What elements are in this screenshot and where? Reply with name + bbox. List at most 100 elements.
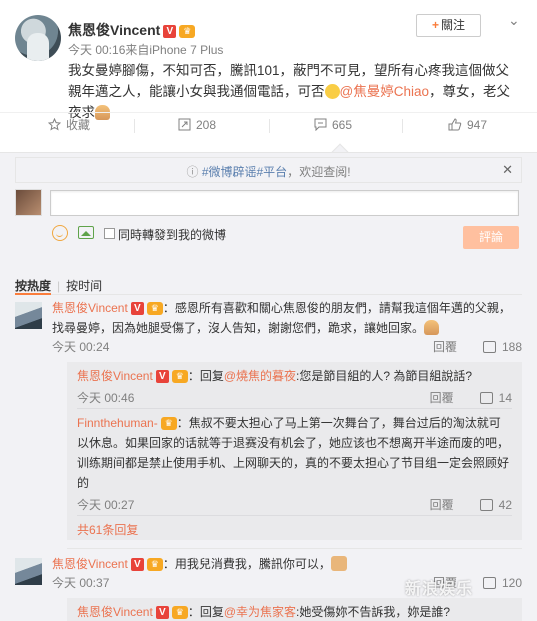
tab-sort-hot[interactable]: 按热度 bbox=[15, 279, 51, 293]
reply-item: Finnthehuman- ♛ ：焦叔不要太担心了马上第一次舞台了，舞台过后的淘汰就… bbox=[67, 409, 522, 515]
comment-text: 焦恩俊Vincent V ♛ ：感恩所有喜歡和關心焦恩俊的朋友們，請幫我這個年邁的父親… bbox=[52, 298, 517, 338]
reply-footer: 今天 00:27 回覆 42 bbox=[77, 493, 512, 515]
divider bbox=[269, 119, 270, 133]
like-count: 947 bbox=[467, 118, 488, 132]
reply-mention-link[interactable]: @燒焦的暮夜 bbox=[224, 369, 296, 383]
more-replies-link[interactable]: 共61条回复 bbox=[77, 523, 138, 537]
commenter-avatar[interactable] bbox=[15, 302, 42, 329]
reply-thread: 焦恩俊Vincent V ♛ ：回复@燒焦的暮夜:您是節目組的人? 為節目組說話? 今… bbox=[67, 362, 522, 540]
comment-button[interactable]: 665 bbox=[314, 117, 352, 133]
comment-time: 今天 00:37 bbox=[52, 576, 110, 590]
comment-sort-tabs: 按热度 | 按时间 bbox=[15, 277, 102, 294]
post-action-bar: 收藏 208 665 947 bbox=[0, 112, 537, 135]
like-button[interactable]: 947 bbox=[448, 117, 487, 133]
comment-actions: 回覆 188 bbox=[433, 338, 522, 355]
repost-button[interactable]: 208 bbox=[178, 117, 216, 133]
reply-author[interactable]: 焦恩俊Vincent bbox=[77, 369, 153, 383]
favorite-button[interactable]: 收藏 bbox=[48, 117, 90, 133]
comment-like-button[interactable]: 120 bbox=[482, 576, 522, 590]
follow-button[interactable]: + 關注 bbox=[416, 14, 481, 37]
comment-input[interactable] bbox=[50, 190, 519, 216]
repost-checkbox-label: 同時轉發到我的微博 bbox=[118, 228, 227, 242]
reply-author[interactable]: Finnthehuman- bbox=[77, 416, 158, 430]
close-icon[interactable]: ✕ bbox=[502, 162, 513, 178]
comment-like-button[interactable]: 188 bbox=[482, 340, 522, 354]
comment-content: ：用我兒消費我，騰訊你可以， bbox=[162, 557, 331, 571]
current-user-avatar bbox=[15, 189, 42, 216]
follow-label: 關注 bbox=[441, 18, 466, 32]
thumbs-up-emoji-icon bbox=[330, 556, 347, 571]
reply-item: 焦恩俊Vincent V ♛ ：回复@幸为焦家客:她受傷妳不告訴我，妳是誰? bbox=[67, 598, 522, 621]
crying-emoji-icon bbox=[324, 84, 340, 99]
reply-prefix: ：回复 bbox=[187, 369, 224, 383]
vip-crown-icon: ♛ bbox=[171, 370, 188, 383]
thumbs-up-icon bbox=[482, 577, 496, 589]
verified-badge-icon: V bbox=[130, 302, 144, 315]
comment-like-count: 188 bbox=[501, 340, 522, 354]
reply-like-count: 42 bbox=[498, 498, 512, 512]
chevron-down-icon[interactable]: ⌄ bbox=[508, 12, 520, 29]
reply-like-count: 14 bbox=[498, 391, 512, 405]
verified-badge-icon: V bbox=[130, 558, 144, 571]
post-mention-link[interactable]: @焦曼婷Chiao bbox=[340, 84, 429, 99]
thumbs-up-icon bbox=[482, 341, 496, 353]
weibo-post: 焦恩俊Vincent V ♛ + 關注 ⌄ 今天 00:16来自iPhone 7 Pl… bbox=[0, 0, 537, 120]
pray-emoji-icon bbox=[424, 320, 440, 335]
reply-author[interactable]: 焦恩俊Vincent bbox=[77, 605, 153, 619]
plus-icon: + bbox=[431, 18, 439, 32]
post-meta: 今天 00:16来自iPhone 7 Plus bbox=[68, 43, 224, 57]
repost-count: 208 bbox=[196, 118, 217, 132]
notice-text: ⓘ #微博辟谣#平台，欢迎查阅! bbox=[186, 165, 351, 179]
vip-crown-icon: ♛ bbox=[146, 302, 163, 315]
divider bbox=[402, 119, 403, 133]
favorite-label: 收藏 bbox=[66, 118, 91, 132]
reply-footer: 今天 00:46 回覆 14 bbox=[77, 386, 512, 408]
submit-comment-button[interactable]: 評論 bbox=[463, 226, 519, 249]
vip-crown-icon: ♛ bbox=[146, 558, 163, 571]
verified-badge-icon: V bbox=[155, 606, 169, 619]
notice-tag-link[interactable]: #微博辟谣#平台 bbox=[202, 165, 287, 179]
reply-time: 今天 00:46 bbox=[77, 391, 135, 405]
sina-watermark: 新浪娱乐 bbox=[405, 581, 474, 598]
reply-thread: 焦恩俊Vincent V ♛ ：回复@幸为焦家客:她受傷妳不告訴我，妳是誰? bbox=[67, 598, 522, 621]
commenter-name[interactable]: 焦恩俊Vincent bbox=[52, 557, 128, 571]
divider bbox=[134, 119, 135, 133]
post-author[interactable]: 焦恩俊Vincent V ♛ bbox=[68, 20, 196, 40]
reply-content: :您是節目組的人? 為節目組說話? bbox=[296, 369, 473, 383]
thumbs-up-icon bbox=[448, 118, 462, 131]
more-replies-row: 共61条回复 bbox=[67, 516, 522, 540]
image-upload-icon[interactable] bbox=[78, 226, 94, 239]
reply-mention-link[interactable]: @幸为焦家客 bbox=[224, 605, 296, 619]
comment-text: 焦恩俊Vincent V ♛ ：用我兒消費我，騰訊你可以， bbox=[52, 554, 517, 574]
reply-actions: 回覆 14 bbox=[430, 388, 512, 408]
verified-badge-icon: V bbox=[155, 370, 169, 383]
reply-button[interactable]: 回覆 bbox=[430, 391, 454, 405]
star-icon bbox=[48, 118, 61, 131]
comment-section: ⓘ #微博辟谣#平台，欢迎查阅! ✕ 同時轉發到我的微博 評論 按热度 | 按时间 … bbox=[0, 152, 537, 621]
reply-button[interactable]: 回覆 bbox=[433, 338, 457, 355]
thumbs-up-icon[interactable] bbox=[479, 392, 493, 404]
vip-crown-icon: ♛ bbox=[160, 417, 177, 430]
thumbs-up-icon[interactable] bbox=[479, 499, 493, 511]
reply-button[interactable]: 回覆 bbox=[430, 498, 454, 512]
repost-checkbox[interactable] bbox=[104, 228, 115, 239]
commenter-name[interactable]: 焦恩俊Vincent bbox=[52, 301, 128, 315]
reply-content: :她受傷妳不告訴我，妳是誰? bbox=[296, 605, 451, 619]
user-avatar[interactable] bbox=[15, 15, 61, 61]
vip-crown-icon: ♛ bbox=[171, 606, 188, 619]
emoji-picker-icon[interactable] bbox=[52, 225, 68, 241]
comment-like-count: 120 bbox=[501, 576, 522, 590]
tab-separator: | bbox=[57, 279, 61, 293]
repost-icon bbox=[178, 118, 191, 131]
reply-time: 今天 00:27 bbox=[77, 498, 135, 512]
comment-item: 焦恩俊Vincent V ♛ ：感恩所有喜歡和關心焦恩俊的朋友們，請幫我這個年邁的父親… bbox=[15, 298, 522, 548]
info-icon: ⓘ bbox=[186, 165, 202, 179]
reply-actions: 回覆 42 bbox=[430, 495, 512, 515]
commenter-avatar[interactable] bbox=[15, 558, 42, 585]
reply-item: 焦恩俊Vincent V ♛ ：回复@燒焦的暮夜:您是節目組的人? 為節目組說話? 今… bbox=[67, 362, 522, 408]
author-name[interactable]: 焦恩俊Vincent bbox=[68, 22, 160, 38]
active-tab-indicator bbox=[15, 293, 51, 295]
comment-time: 今天 00:24 bbox=[52, 340, 110, 354]
tab-sort-time[interactable]: 按时间 bbox=[66, 279, 102, 293]
vip-crown-icon: ♛ bbox=[179, 25, 196, 38]
